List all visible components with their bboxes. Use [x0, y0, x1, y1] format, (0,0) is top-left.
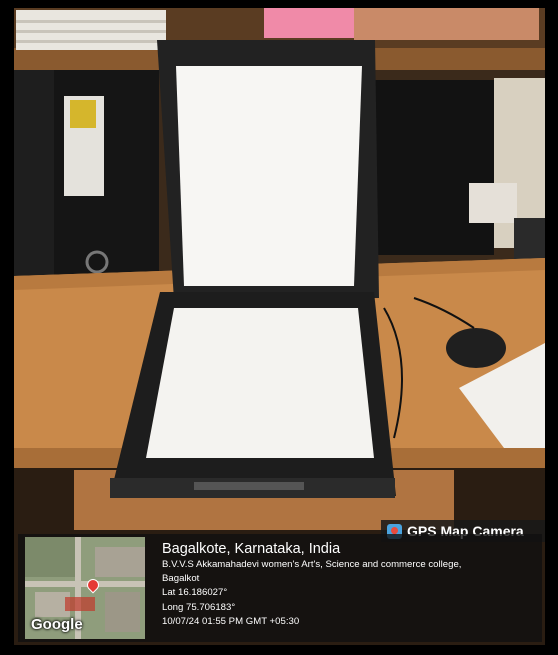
location-city: Bagalkote, Karnataka, India: [162, 541, 341, 557]
map-thumbnail: Google: [25, 537, 145, 639]
timestamp: 10/07/24 01:55 PM GMT +05:30: [162, 615, 300, 627]
latitude: Lat 16.186027°: [162, 587, 228, 599]
address-line-2: Bagalkot: [162, 573, 200, 585]
location-info-panel: Google Bagalkote, Karnataka, India B.V.V…: [18, 534, 542, 642]
address-line-1: B.V.V.S Akkamahadevi women's Art's, Scie…: [162, 559, 462, 570]
location-details: Bagalkote, Karnataka, India B.V.V.S Akka…: [162, 541, 461, 629]
google-logo: Google: [31, 616, 83, 633]
photo-frame: GPS Map Camera Google Bagalkote, Karnata…: [0, 0, 558, 655]
longitude: Long 75.706183°: [162, 601, 236, 613]
